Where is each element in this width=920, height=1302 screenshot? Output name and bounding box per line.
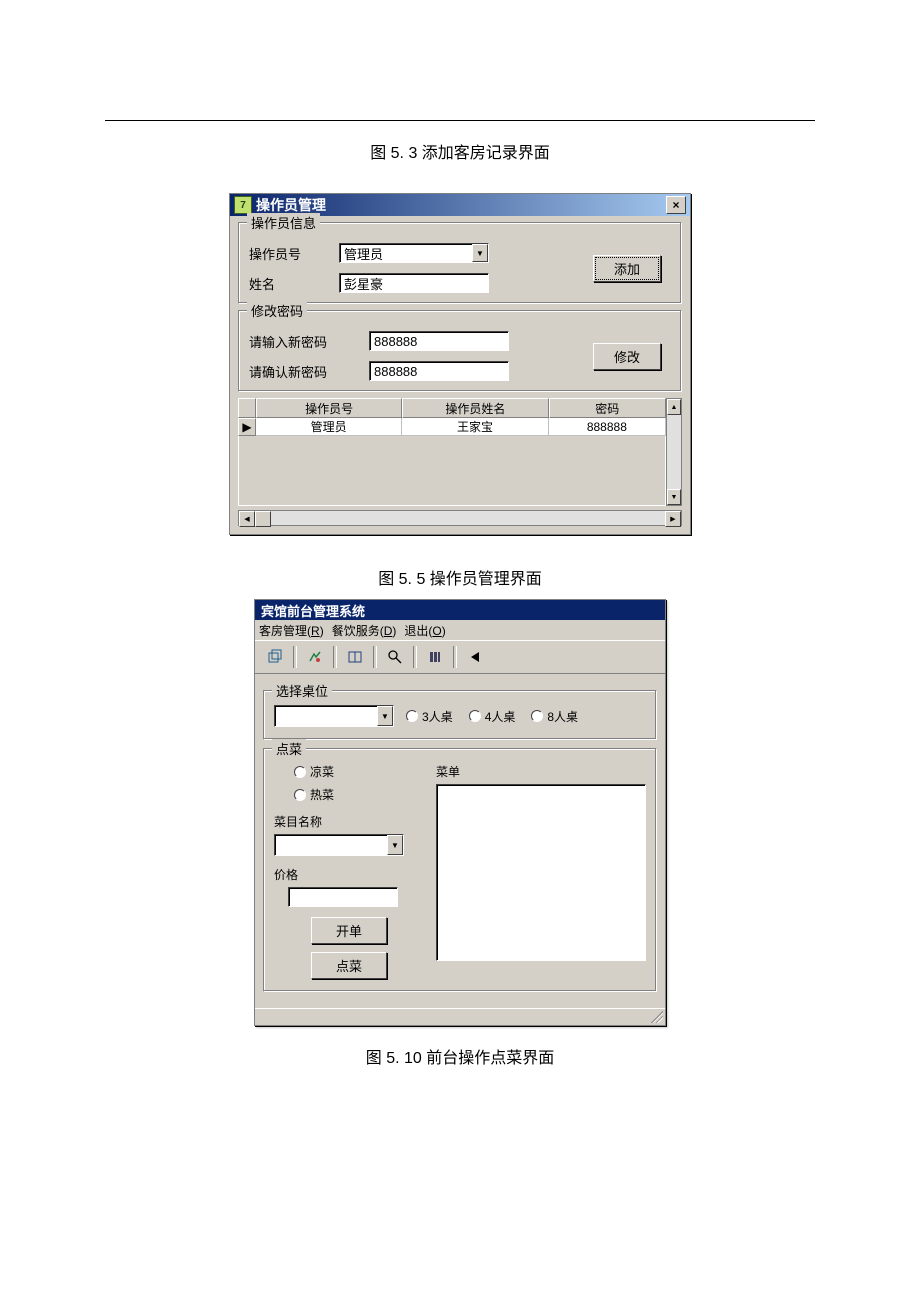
back-icon[interactable] [459,644,491,670]
front-desk-window: 宾馆前台管理系统 客房管理(R) 餐饮服务(D) 退出(O) [254,599,666,1026]
add-button[interactable]: 添加 [593,255,661,282]
price-label: 价格 [274,866,424,883]
radio-icon [469,710,481,722]
row-indicator-icon: ▶ [238,418,256,436]
operator-info-group: 操作员信息 操作员号 管理员 ▼ 姓名 彭星豪 [238,222,682,304]
confirm-password-input[interactable]: 888888 [369,361,509,381]
grid-header-cell[interactable]: 操作员号 [256,398,402,418]
radio-3-person[interactable]: 3人桌 [406,708,453,725]
open-order-button[interactable]: 开单 [311,917,387,944]
name-label: 姓名 [249,274,339,293]
radio-4-person[interactable]: 4人桌 [469,708,516,725]
scroll-down-icon[interactable]: ▼ [667,489,681,505]
close-icon[interactable]: × [666,196,686,214]
operator-grid: 操作员号 操作员姓名 密码 ▶ 管理员 王家宝 888888 ▲ ▼ [238,398,682,506]
scroll-thumb[interactable] [255,511,271,527]
chevron-down-icon[interactable]: ▼ [472,244,488,262]
scroll-left-icon[interactable]: ◀ [239,511,255,527]
table-select-combo[interactable]: ▼ [274,705,394,727]
search-icon[interactable] [379,644,411,670]
toolbar-icon-3[interactable] [339,644,371,670]
new-password-label: 请输入新密码 [249,332,369,351]
radio-cold-dish[interactable]: 凉菜 [294,763,424,780]
caption-fig5-10: 图 5. 10 前台操作点菜界面 [0,1044,920,1068]
name-input[interactable]: 彭星豪 [339,273,489,293]
caption-fig5-5: 图 5. 5 操作员管理界面 [0,565,920,589]
grid-cell: 王家宝 [402,418,548,436]
horizontal-scrollbar[interactable]: ◀ ▶ [238,510,682,526]
operator-id-combo[interactable]: 管理员 ▼ [339,243,489,263]
toolbar [255,640,665,674]
operator-id-label: 操作员号 [249,244,339,263]
dish-name-label: 菜目名称 [274,813,424,830]
titlebar: 宾馆前台管理系统 [255,600,665,620]
price-input[interactable] [288,887,398,907]
menu-dining-service[interactable]: 餐饮服务(D) [332,622,397,639]
chevron-down-icon[interactable]: ▼ [377,706,393,726]
menu-exit[interactable]: 退出(O) [404,622,445,639]
toolbar-icon-5[interactable] [419,644,451,670]
select-table-group: 选择桌位 ▼ 3人桌 4人桌 8人桌 [263,690,657,740]
operator-management-window: 7 操作员管理 × 操作员信息 操作员号 管理员 ▼ 姓名 [229,193,691,535]
group-legend: 修改密码 [247,301,307,320]
window-title: 操作员管理 [256,195,326,215]
grid-empty-area [238,436,666,506]
radio-icon [531,710,543,722]
group-legend: 操作员信息 [247,213,320,232]
table-row[interactable]: ▶ 管理员 王家宝 888888 [238,418,666,436]
toolbar-icon-1[interactable] [259,644,291,670]
radio-icon [294,789,306,801]
radio-icon [406,710,418,722]
resize-grip-icon[interactable] [651,1011,663,1023]
chevron-down-icon[interactable]: ▼ [387,835,403,855]
grid-row-selector-header [238,398,256,418]
grid-header-cell[interactable]: 密码 [549,398,666,418]
order-group: 点菜 凉菜 热菜 菜目名称 ▼ [263,748,657,992]
dish-name-combo[interactable]: ▼ [274,834,404,856]
radio-8-person[interactable]: 8人桌 [531,708,578,725]
menubar: 客房管理(R) 餐饮服务(D) 退出(O) [255,620,665,640]
vertical-scrollbar[interactable]: ▲ ▼ [666,398,682,506]
toolbar-icon-2[interactable] [299,644,331,670]
change-password-group: 修改密码 请输入新密码 888888 请确认新密码 888888 [238,310,682,392]
grid-cell: 管理员 [256,418,402,436]
new-password-input[interactable]: 888888 [369,331,509,351]
scroll-right-icon[interactable]: ▶ [665,511,681,527]
menu-room-management[interactable]: 客房管理(R) [259,622,324,639]
window-title: 宾馆前台管理系统 [261,601,365,620]
radio-icon [294,766,306,778]
order-dish-button[interactable]: 点菜 [311,952,387,979]
radio-hot-dish[interactable]: 热菜 [294,786,424,803]
caption-fig5-3: 图 5. 3 添加客房记录界面 [0,139,920,163]
menu-label: 菜单 [436,763,646,780]
grid-header-cell[interactable]: 操作员姓名 [402,398,548,418]
group-legend: 点菜 [272,739,306,758]
modify-button[interactable]: 修改 [593,343,661,370]
scroll-up-icon[interactable]: ▲ [667,399,681,415]
group-legend: 选择桌位 [272,681,332,700]
grid-cell: 888888 [549,418,666,436]
confirm-password-label: 请确认新密码 [249,362,369,381]
app-icon: 7 [234,196,252,214]
horizontal-rule [105,120,815,121]
menu-listbox[interactable] [436,784,646,961]
